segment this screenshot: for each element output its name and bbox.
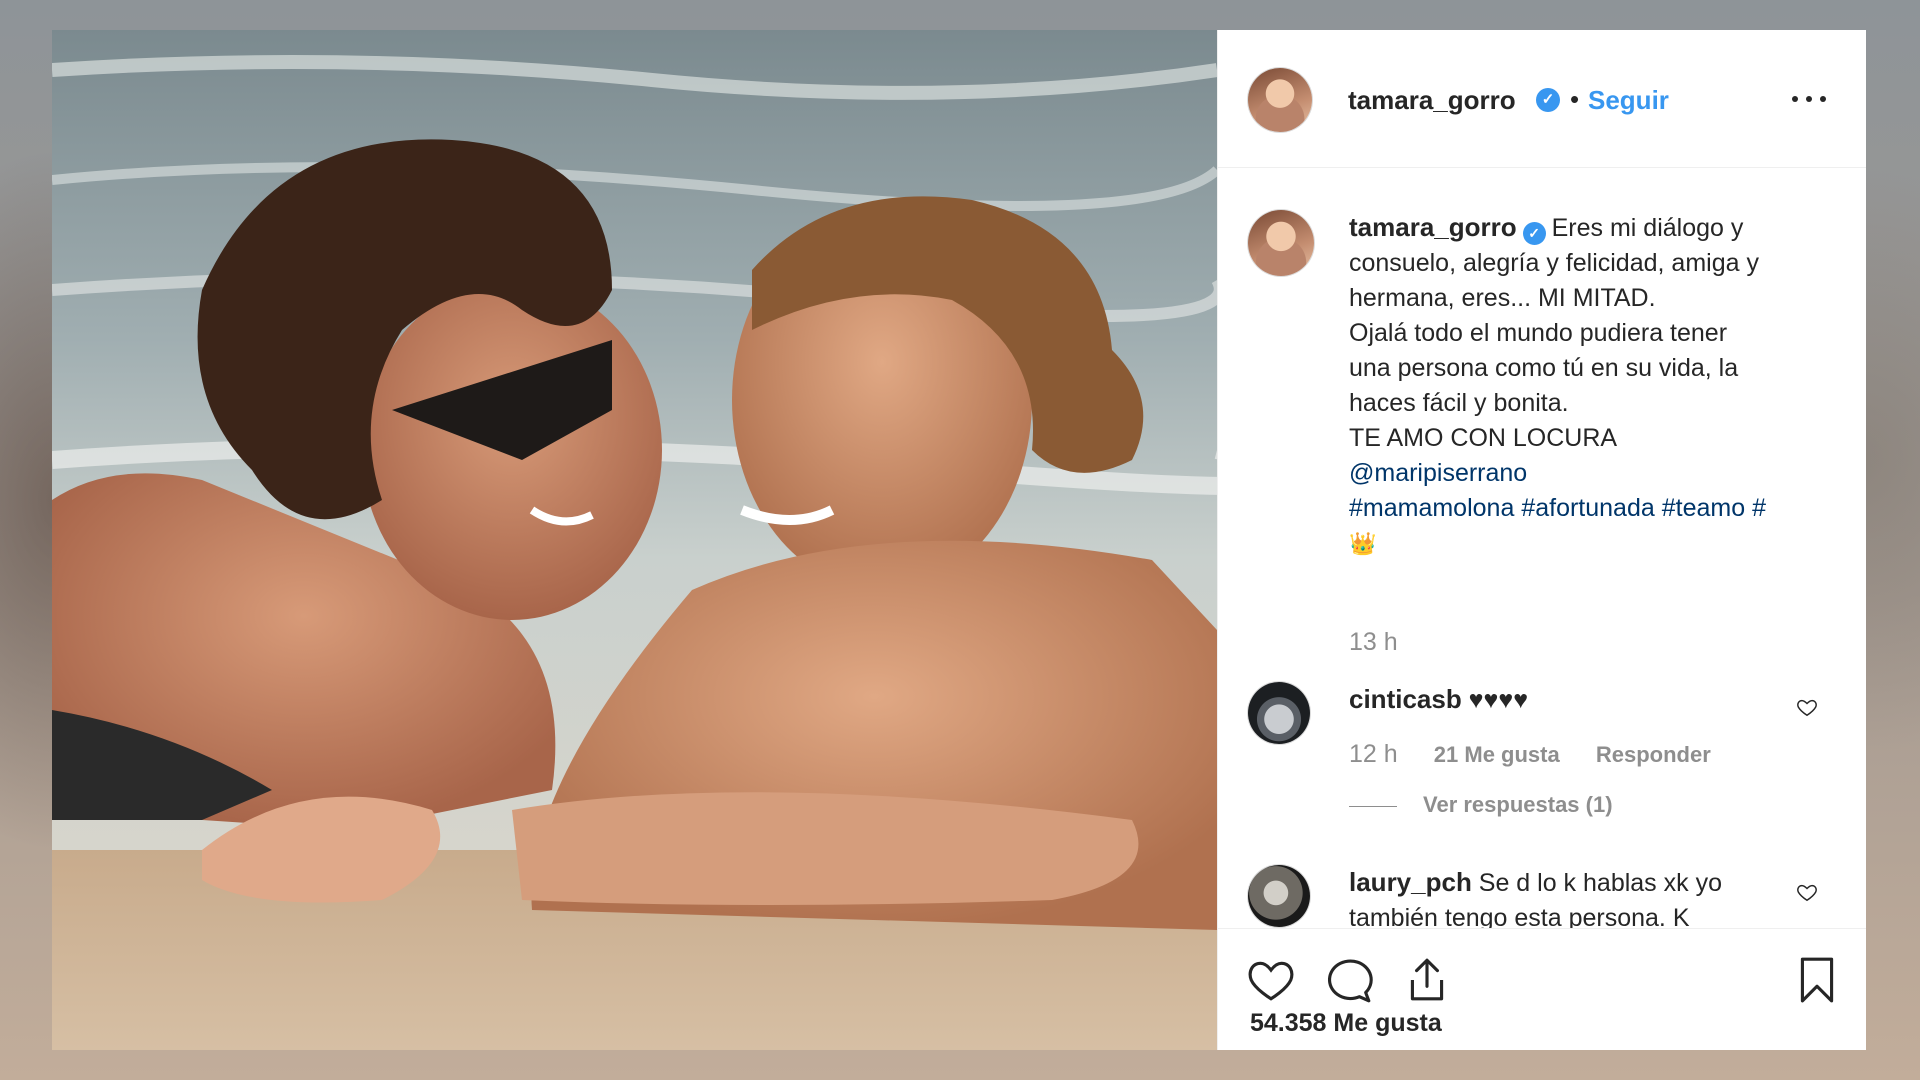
hashtag-link[interactable]: # [1752,494,1766,522]
follow-button[interactable]: Seguir [1588,85,1669,116]
view-replies-button[interactable]: Ver respuestas (1) [1349,792,1613,818]
caption-author-avatar[interactable] [1248,210,1314,276]
separator-dot: • [1570,84,1580,114]
caption-text-line: Eres mi diálogo y [1551,214,1744,242]
caption-text-line: hermana, eres... MI MITAD. [1349,284,1656,312]
comment-text: ♥♥♥♥ [1468,686,1529,714]
reply-button[interactable]: Responder [1596,742,1711,767]
post-side-panel: tamara_gorro ✓ • Seguir tamara_gorro ✓ Ere… [1217,30,1866,1050]
verified-badge-icon: ✓ [1522,222,1546,245]
comment-time: 12 h [1349,740,1398,768]
bookmark-icon[interactable] [1792,955,1842,1005]
commenter-avatar[interactable] [1248,865,1310,927]
comment-text-block: cinticasb ♥♥♥♥ [1349,682,1779,718]
comment-text: Se d lo k hablas xk yo [1478,869,1722,897]
instagram-post: tamara_gorro ✓ • Seguir tamara_gorro ✓ Ere… [52,30,1866,1050]
caption-text-line: haces fácil y bonita. [1349,389,1569,417]
comment-item: cinticasb ♥♥♥♥ 12 h 21 Me gusta Responde… [1248,682,1828,822]
like-comment-heart-icon[interactable] [1796,881,1818,903]
post-header: tamara_gorro ✓ • Seguir [1218,30,1866,168]
replies-divider [1349,805,1397,807]
caption-text-line: TE AMO CON LOCURA [1349,424,1618,452]
caption-text-line: Ojalá todo el mundo pudiera tener [1349,319,1728,347]
more-options-icon[interactable] [1792,94,1826,104]
like-comment-heart-icon[interactable] [1796,696,1818,718]
mention-link[interactable]: @maripiserrano [1349,459,1527,487]
caption-text-line: consuelo, alegría y felicidad, amiga y [1349,249,1759,277]
crown-emoji-icon: 👑 [1349,531,1377,556]
post-photo[interactable] [52,30,1217,1050]
comment-meta: 12 h 21 Me gusta Responder [1349,740,1711,769]
comment-item: laury_pch Se d lo k hablas xk yo también… [1248,865,1828,935]
view-replies-label: Ver respuestas (1) [1423,792,1613,817]
share-icon[interactable] [1402,955,1452,1005]
comment-likes[interactable]: 21 Me gusta [1434,742,1560,767]
beach-photo-illustration [52,30,1217,1050]
author-username[interactable]: tamara_gorro [1348,85,1516,116]
comment-username[interactable]: cinticasb [1349,684,1462,714]
verified-badge-icon: ✓ [1536,88,1560,112]
likes-count[interactable]: 54.358 Me gusta [1250,1009,1442,1038]
author-avatar[interactable] [1248,68,1312,132]
caption-text-line: una persona como tú en su vida, la [1349,354,1739,382]
commenter-avatar[interactable] [1248,682,1310,744]
heart-icon[interactable] [1246,955,1296,1005]
caption-username[interactable]: tamara_gorro [1349,212,1517,242]
hashtag-link[interactable]: #mamamolona [1349,494,1514,522]
hashtag-link[interactable]: #afortunada [1521,494,1654,522]
post-actions-bar: 54.358 Me gusta [1218,928,1866,1050]
comment-icon[interactable] [1324,955,1374,1005]
post-caption: tamara_gorro ✓ Eres mi diálogo y consuelo,… [1349,210,1819,561]
comment-text-block: laury_pch Se d lo k hablas xk yo también… [1349,865,1779,936]
comment-username[interactable]: laury_pch [1349,867,1472,897]
caption-time: 13 h [1349,628,1398,656]
hashtag-link[interactable]: #teamo [1662,494,1745,522]
